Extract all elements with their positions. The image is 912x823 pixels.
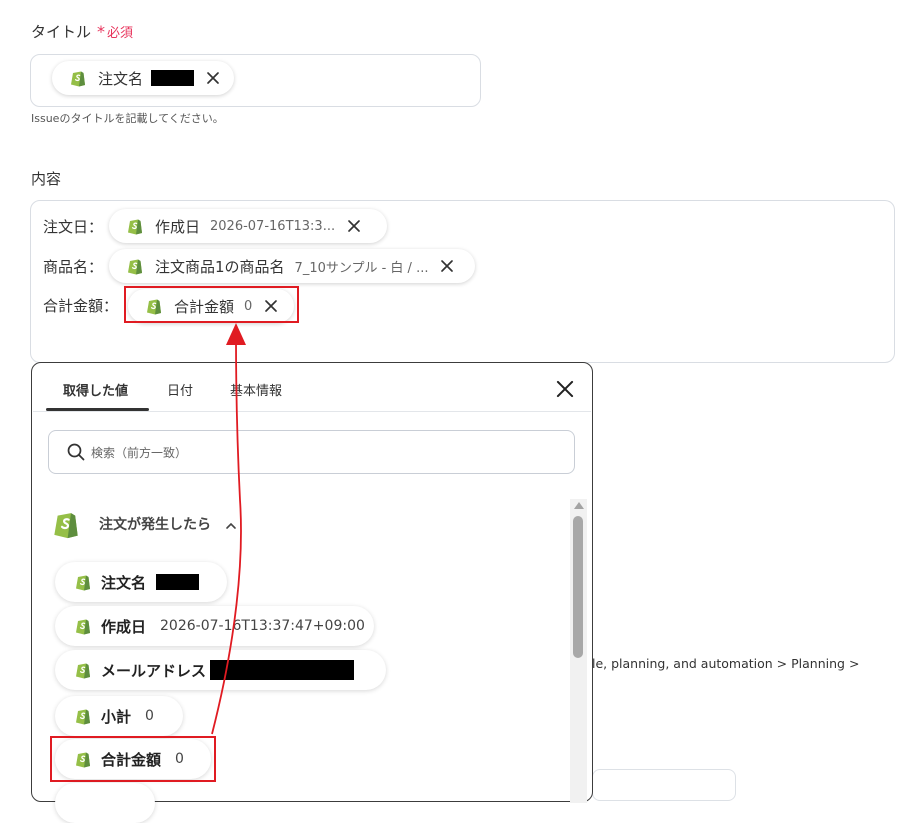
shopify-icon: [75, 617, 91, 635]
close-icon[interactable]: [440, 259, 454, 273]
content-chip-created-date[interactable]: 作成日 2026-07-16T13:3...: [109, 209, 387, 243]
tab-basic-info[interactable]: 基本情報: [230, 380, 282, 399]
chip-name: 注文商品1の商品名: [155, 257, 285, 276]
content-field-label: 内容: [31, 170, 62, 188]
highlight-box: [50, 736, 216, 782]
shopify-icon: [75, 707, 91, 725]
shopify-icon: [127, 217, 143, 235]
chip-value: 2026-07-16T13:3...: [210, 218, 336, 234]
chip-name: 注文名: [98, 69, 144, 88]
list-item-subtotal[interactable]: 小計 0: [55, 696, 183, 736]
highlight-box: [124, 286, 299, 323]
title-chip-order-name[interactable]: 注文名: [52, 61, 234, 95]
background-breadcrumb-text: le, planning, and automation > Planning …: [592, 656, 860, 671]
chip-value: 7_10サンプル - 白 / ...: [294, 260, 429, 276]
list-item-partial[interactable]: [55, 783, 155, 823]
close-icon[interactable]: [206, 71, 220, 85]
chip-name: 作成日: [155, 217, 201, 236]
title-label-text: タイトル: [31, 23, 92, 41]
shopify-icon: [127, 257, 143, 275]
list-item-created-date[interactable]: 作成日 2026-07-16T13:37:47+09:00: [55, 606, 374, 646]
redacted-value: [151, 70, 195, 86]
search-input[interactable]: 検索（前方一致）: [48, 430, 575, 474]
tab-date[interactable]: 日付: [167, 380, 193, 399]
item-name: 注文名: [101, 573, 147, 592]
title-helper-text: Issueのタイトルを記載してください。: [31, 112, 224, 125]
required-star: *: [97, 22, 106, 41]
item-name: メールアドレス: [101, 661, 207, 680]
scroll-up-arrow-icon[interactable]: [573, 500, 585, 510]
content-row-label: 合計金額：: [43, 297, 119, 315]
content-row-label: 注文日：: [43, 218, 104, 236]
chevron-up-icon[interactable]: [225, 521, 237, 531]
title-field-label: タイトル * 必須: [31, 21, 133, 42]
tab-divider: [33, 411, 591, 412]
value-picker-panel: 取得した値 日付 基本情報 検索（前方一致） 注文が発生したら 注文名 作成日 …: [31, 362, 593, 823]
redacted-value: [156, 574, 200, 590]
scrollbar-thumb[interactable]: [573, 516, 583, 658]
close-icon[interactable]: [347, 219, 361, 233]
group-header[interactable]: 注文が発生したら: [52, 509, 237, 539]
shopify-icon: [75, 573, 91, 591]
list-item-order-name[interactable]: 注文名: [55, 562, 227, 602]
background-input: [592, 769, 736, 801]
search-placeholder: 検索（前方一致）: [91, 445, 188, 460]
item-name: 小計: [101, 707, 132, 726]
shopify-icon: [75, 661, 91, 679]
content-row-label: 商品名：: [43, 258, 104, 276]
active-tab-indicator: [46, 408, 149, 411]
required-badge: 必須: [107, 26, 134, 41]
close-icon[interactable]: [556, 380, 574, 398]
tab-acquired-values[interactable]: 取得した値: [63, 380, 128, 399]
content-chip-product-name[interactable]: 注文商品1の商品名 7_10サンプル - 白 / ...: [109, 249, 475, 283]
list-item-email[interactable]: メールアドレス: [55, 650, 386, 690]
group-label: 注文が発生したら: [99, 517, 211, 533]
item-name: 作成日: [101, 617, 147, 636]
redacted-value: [210, 660, 355, 680]
item-value: 2026-07-16T13:37:47+09:00: [160, 618, 365, 634]
shopify-icon: [52, 509, 80, 539]
search-icon: [67, 443, 85, 461]
shopify-icon: [70, 69, 86, 87]
item-value: 0: [145, 708, 154, 724]
